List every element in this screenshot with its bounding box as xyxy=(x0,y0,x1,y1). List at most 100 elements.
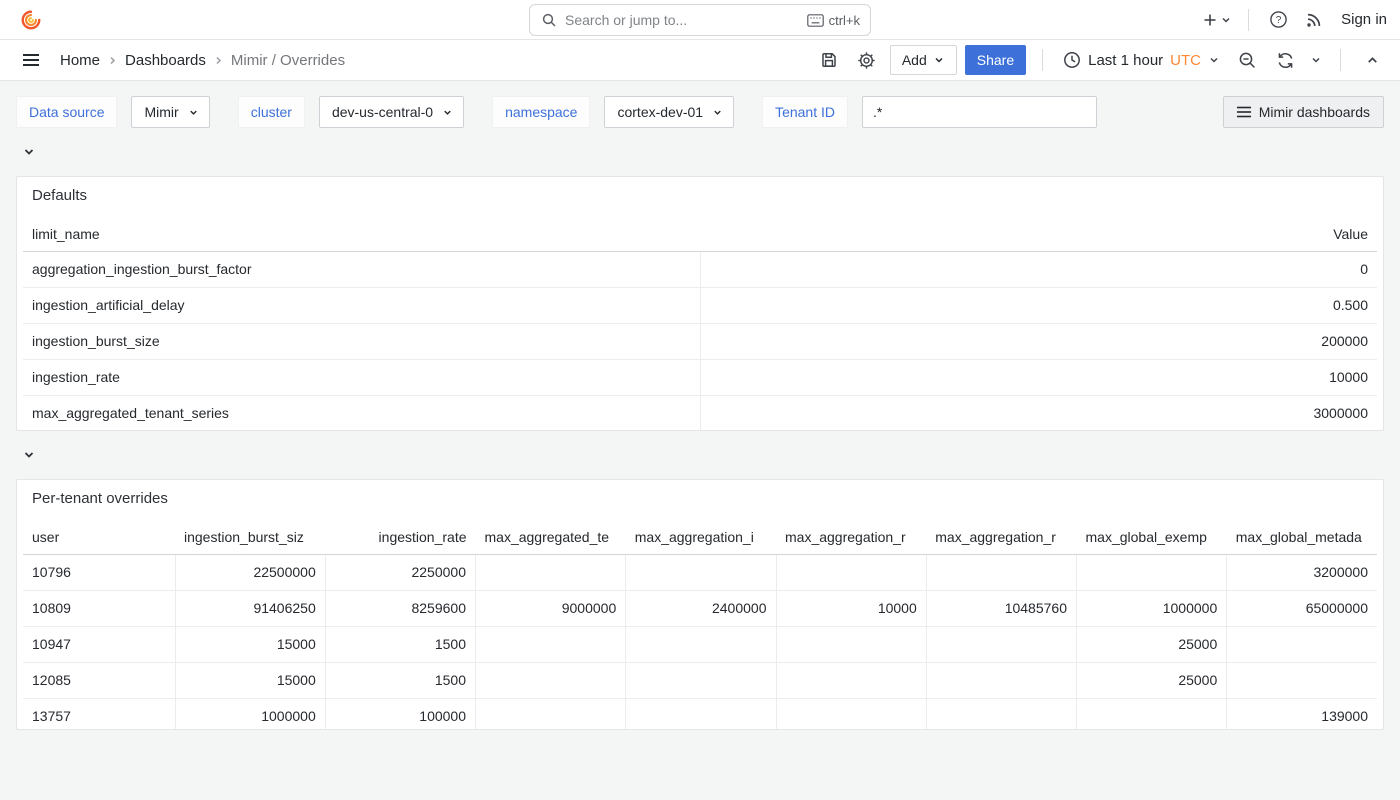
table-cell: 22500000 xyxy=(175,554,325,590)
column-header[interactable]: max_aggregated_te xyxy=(476,521,626,554)
share-button[interactable]: Share xyxy=(965,45,1026,75)
collapse-toolbar-button[interactable] xyxy=(1357,45,1387,75)
table-cell: 10000 xyxy=(700,359,1377,395)
column-header[interactable]: max_aggregation_i xyxy=(626,521,776,554)
column-header[interactable]: max_global_metada xyxy=(1227,521,1377,554)
add-panel-button[interactable]: Add xyxy=(890,45,957,75)
panel-per-tenant-overrides: Per-tenant overrides useringestion_burst… xyxy=(16,479,1384,730)
table-row: 137571000000100000139000 xyxy=(23,698,1377,730)
table-cell: 15000 xyxy=(175,626,325,662)
chevron-down-icon xyxy=(188,107,199,118)
time-range-label: Last 1 hour xyxy=(1088,52,1163,69)
chevron-down-icon xyxy=(1310,54,1322,66)
table-cell: 1500 xyxy=(325,626,475,662)
refresh-icon xyxy=(1276,51,1295,70)
chevron-right-icon xyxy=(107,55,118,66)
table-cell xyxy=(626,554,776,590)
table-cell xyxy=(776,626,926,662)
table-cell: 1000000 xyxy=(1077,590,1227,626)
mimir-dashboards-button[interactable]: Mimir dashboards xyxy=(1223,96,1384,128)
table-cell: 9000000 xyxy=(476,590,626,626)
search-input[interactable]: Search or jump to... ctrl+k xyxy=(529,4,871,36)
hamburger-icon xyxy=(20,49,42,71)
variable-select-datasource[interactable]: Mimir xyxy=(131,96,209,128)
column-header[interactable]: Value xyxy=(700,218,1377,251)
variable-datasource: Data source Mimir xyxy=(16,96,210,128)
help-button[interactable]: ? xyxy=(1263,5,1293,35)
table-cell xyxy=(776,698,926,730)
table-cell: 2400000 xyxy=(626,590,776,626)
chevron-down-icon xyxy=(22,448,36,462)
divider xyxy=(1340,49,1341,71)
chevron-right-icon xyxy=(213,55,224,66)
table-row: max_aggregated_tenant_series3000000 xyxy=(23,395,1377,431)
plus-icon xyxy=(1201,11,1219,29)
save-dashboard-button[interactable] xyxy=(814,45,844,75)
refresh-button[interactable] xyxy=(1270,45,1300,75)
news-button[interactable] xyxy=(1299,5,1329,35)
table-cell: 0 xyxy=(700,251,1377,287)
zoom-out-time-button[interactable] xyxy=(1232,45,1262,75)
breadcrumb-home[interactable]: Home xyxy=(60,52,100,69)
add-button-label: Add xyxy=(902,52,927,68)
table-cell: 91406250 xyxy=(175,590,325,626)
table-cell: 200000 xyxy=(700,323,1377,359)
variable-select-cluster[interactable]: dev-us-central-0 xyxy=(319,96,464,128)
variable-select-namespace[interactable]: cortex-dev-01 xyxy=(604,96,734,128)
grafana-logo[interactable] xyxy=(20,9,42,31)
menu-toggle-button[interactable] xyxy=(16,45,46,75)
variable-value: dev-us-central-0 xyxy=(332,104,433,120)
sign-in-link[interactable]: Sign in xyxy=(1341,11,1387,28)
table-cell: max_aggregated_tenant_series xyxy=(23,395,700,431)
variables-row: Data source Mimir cluster dev-us-central… xyxy=(16,96,1384,128)
table-cell xyxy=(626,662,776,698)
column-header[interactable]: max_aggregation_r xyxy=(776,521,926,554)
time-range-picker[interactable]: Last 1 hour UTC xyxy=(1059,51,1224,69)
table-cell: 65000000 xyxy=(1227,590,1377,626)
table-cell xyxy=(476,662,626,698)
variable-cluster: cluster dev-us-central-0 xyxy=(238,96,464,128)
keyboard-icon xyxy=(807,14,824,27)
column-header[interactable]: max_aggregation_r xyxy=(926,521,1076,554)
table-cell: 2250000 xyxy=(325,554,475,590)
table-cell xyxy=(926,626,1076,662)
row-collapse-toggle[interactable] xyxy=(22,447,40,463)
panel-title: Defaults xyxy=(17,177,1383,205)
mimir-dashboards-label: Mimir dashboards xyxy=(1259,104,1370,120)
table-cell: 8259600 xyxy=(325,590,475,626)
variable-label-datasource: Data source xyxy=(16,96,117,128)
table-cell xyxy=(476,698,626,730)
divider xyxy=(1248,9,1249,31)
table-header-row: useringestion_burst_sizingestion_ratemax… xyxy=(23,521,1377,554)
chevron-down-icon xyxy=(933,54,945,66)
share-button-label: Share xyxy=(977,52,1014,68)
panel-title: Per-tenant overrides xyxy=(17,480,1383,508)
chevron-down-icon xyxy=(22,145,36,159)
table-cell: 25000 xyxy=(1077,626,1227,662)
tenant-id-input[interactable] xyxy=(862,96,1097,128)
column-header[interactable]: ingestion_rate xyxy=(325,521,475,554)
dashboard-settings-button[interactable] xyxy=(852,45,882,75)
breadcrumb-dashboards[interactable]: Dashboards xyxy=(125,52,206,69)
variable-value: Mimir xyxy=(144,104,178,120)
per-tenant-table: useringestion_burst_sizingestion_ratemax… xyxy=(23,521,1377,730)
refresh-interval-dropdown[interactable] xyxy=(1308,50,1324,70)
table-cell: 13757 xyxy=(23,698,175,730)
column-header[interactable]: max_global_exemp xyxy=(1077,521,1227,554)
table-cell xyxy=(1077,698,1227,730)
column-header[interactable]: ingestion_burst_siz xyxy=(175,521,325,554)
table-cell: aggregation_ingestion_burst_factor xyxy=(23,251,700,287)
chevron-up-icon xyxy=(1365,53,1380,68)
table-header-row: limit_nameValue xyxy=(23,218,1377,251)
variable-label-tenant-id: Tenant ID xyxy=(762,96,848,128)
defaults-table-wrap: limit_nameValueaggregation_ingestion_bur… xyxy=(17,218,1383,431)
new-button[interactable] xyxy=(1199,7,1234,33)
row-collapse-toggle[interactable] xyxy=(22,144,40,160)
column-header[interactable]: limit_name xyxy=(23,218,700,251)
help-icon: ? xyxy=(1269,10,1288,29)
chevron-down-icon xyxy=(442,107,453,118)
search-shortcut: ctrl+k xyxy=(807,13,860,28)
table-cell: ingestion_artificial_delay xyxy=(23,287,700,323)
column-header[interactable]: user xyxy=(23,521,175,554)
table-row: ingestion_rate10000 xyxy=(23,359,1377,395)
